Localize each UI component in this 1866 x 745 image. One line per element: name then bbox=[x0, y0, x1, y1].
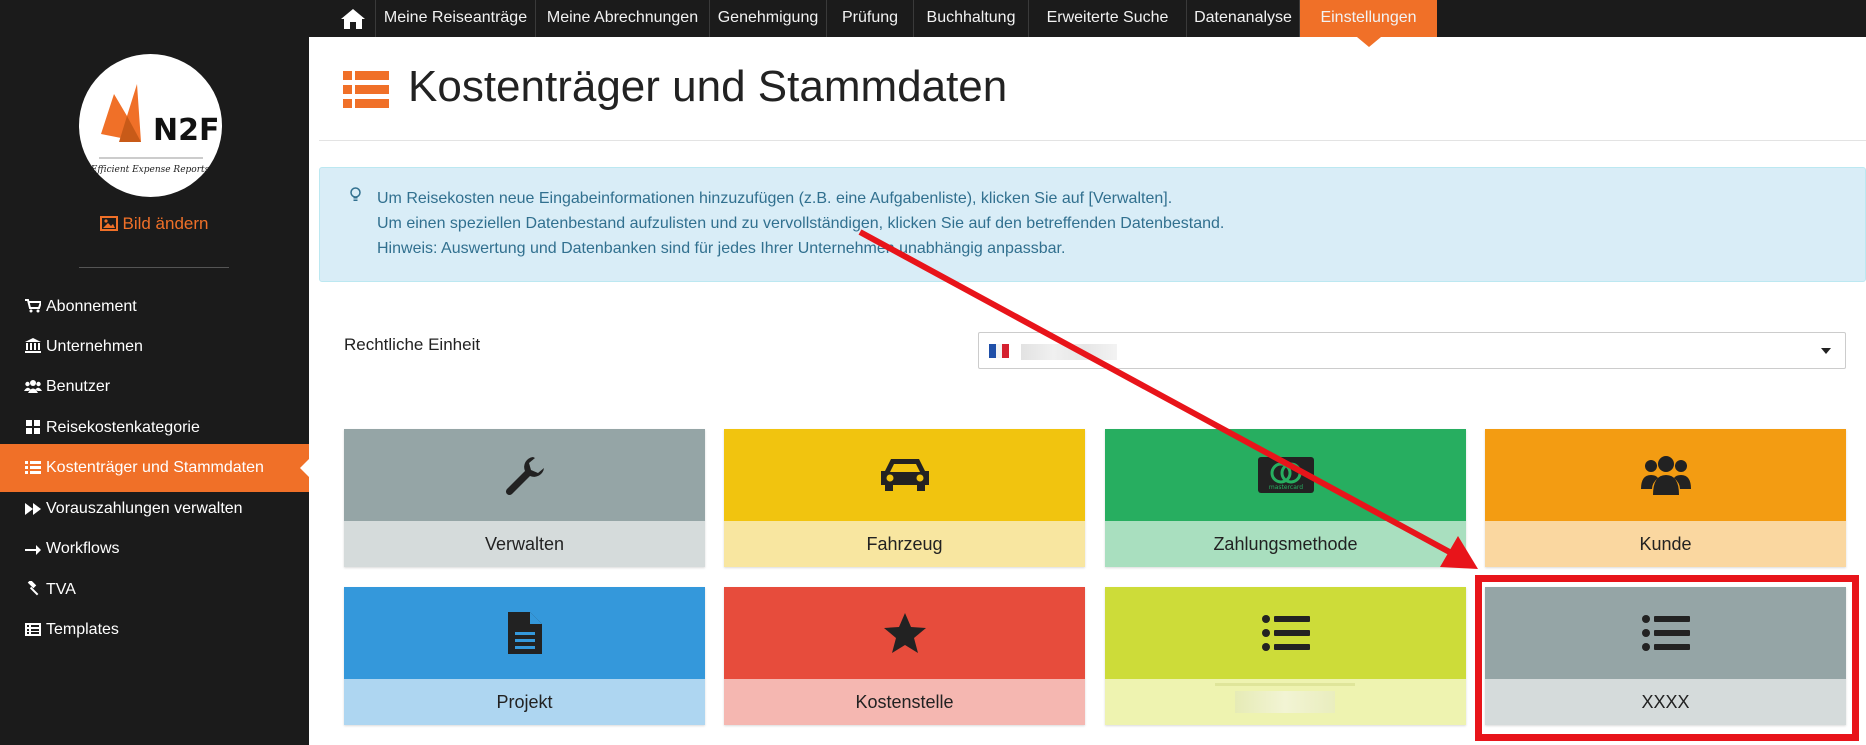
title-divider bbox=[319, 140, 1866, 141]
sidebar: N2F Efficient Expense Reports Bild änder… bbox=[0, 37, 310, 745]
legal-entity-select[interactable] bbox=[978, 332, 1846, 369]
sidebar-item-templates[interactable]: Templates bbox=[0, 606, 309, 654]
tile-label: Zahlungsmethode bbox=[1105, 521, 1466, 567]
wrench-icon bbox=[505, 457, 544, 496]
tile-projekt[interactable]: Projekt bbox=[344, 587, 705, 725]
tile-fahrzeug[interactable]: Fahrzeug bbox=[724, 429, 1085, 567]
top-navbar: Meine Reiseanträge Meine Abrechnungen Ge… bbox=[0, 0, 1866, 47]
highlight-box bbox=[1475, 575, 1859, 741]
fr-flag-icon bbox=[989, 344, 1010, 358]
lightbulb-icon bbox=[350, 187, 361, 201]
change-picture-link[interactable]: Bild ändern bbox=[0, 214, 309, 234]
nav-meine-reiseantraege[interactable]: Meine Reiseanträge bbox=[376, 0, 536, 37]
tile-hidden-dataset[interactable] bbox=[1105, 587, 1466, 725]
home-button[interactable] bbox=[331, 0, 376, 37]
svg-text:N2F: N2F bbox=[153, 113, 219, 148]
file-icon bbox=[507, 612, 542, 654]
info-line: Hinweis: Auswertung und Datenbanken sind… bbox=[377, 240, 1066, 257]
list-alt-icon bbox=[22, 608, 44, 656]
sidebar-item-label: Templates bbox=[46, 621, 119, 638]
nav-datenanalyse[interactable]: Datenanalyse bbox=[1187, 0, 1300, 37]
nav-pruefung[interactable]: Prüfung bbox=[827, 0, 914, 37]
sidebar-item-label: Abonnement bbox=[46, 298, 137, 315]
sidebar-item-label: Kostenträger und Stammdaten bbox=[46, 459, 264, 476]
company-logo: N2F Efficient Expense Reports bbox=[79, 54, 222, 197]
list-icon bbox=[343, 71, 389, 108]
list-icon bbox=[1261, 615, 1310, 651]
tile-icon-area bbox=[724, 429, 1085, 521]
change-picture-label: Bild ändern bbox=[122, 214, 209, 233]
tile-icon-area bbox=[344, 429, 705, 521]
svg-text:Efficient Expense Reports: Efficient Expense Reports bbox=[90, 165, 210, 175]
chevron-down-icon bbox=[1821, 348, 1831, 354]
card-brand-text: mastercard bbox=[1268, 484, 1302, 491]
tile-zahlungsmethode[interactable]: mastercard Zahlungsmethode bbox=[1105, 429, 1466, 567]
tile-label: Projekt bbox=[344, 679, 705, 725]
sidebar-divider bbox=[79, 267, 229, 268]
nav-genehmigung[interactable]: Genehmigung bbox=[710, 0, 827, 37]
tile-verwalten[interactable]: Verwalten bbox=[344, 429, 705, 567]
legal-entity-label: Rechtliche Einheit bbox=[344, 335, 481, 354]
nav-erweiterte-suche[interactable]: Erweiterte Suche bbox=[1029, 0, 1187, 37]
tile-icon-area bbox=[1485, 429, 1846, 521]
sidebar-item-label: TVA bbox=[46, 581, 76, 598]
redacted-line bbox=[1215, 683, 1355, 686]
tile-label: Verwalten bbox=[344, 521, 705, 567]
sidebar-item-label: Benutzer bbox=[46, 378, 111, 395]
tile-label: Fahrzeug bbox=[724, 521, 1085, 567]
page-title: Kostenträger und Stammdaten bbox=[408, 62, 1008, 111]
home-icon bbox=[341, 8, 365, 29]
tile-label: Kostenstelle bbox=[724, 679, 1085, 725]
tile-label bbox=[1235, 691, 1335, 713]
tile-icon-area: mastercard bbox=[1105, 429, 1466, 521]
info-line: Um Reisekosten neue Eingabeinformationen… bbox=[377, 190, 1173, 207]
users-icon bbox=[1640, 456, 1691, 495]
info-alert: Um Reisekosten neue Eingabeinformationen… bbox=[319, 167, 1866, 282]
nav-buchhaltung[interactable]: Buchhaltung bbox=[914, 0, 1029, 37]
sidebar-item-label: Vorauszahlungen verwalten bbox=[46, 500, 243, 517]
tile-icon-area bbox=[724, 587, 1085, 679]
credit-card-icon: mastercard bbox=[1257, 457, 1314, 493]
tile-kostenstelle[interactable]: Kostenstelle bbox=[724, 587, 1085, 725]
picture-icon bbox=[100, 216, 119, 231]
sidebar-item-label: Workflows bbox=[46, 540, 120, 557]
sidebar-item-label: Unternehmen bbox=[46, 338, 143, 355]
legal-entity-value bbox=[1021, 344, 1117, 360]
info-line: Um einen speziellen Datenbestand aufzuli… bbox=[377, 215, 1225, 232]
car-icon bbox=[880, 459, 929, 491]
tile-icon-area bbox=[344, 587, 705, 679]
tile-icon-area bbox=[1105, 587, 1466, 679]
nav-meine-abrechnungen[interactable]: Meine Abrechnungen bbox=[536, 0, 710, 37]
tile-label-area bbox=[1105, 679, 1466, 725]
nav-einstellungen[interactable]: Einstellungen bbox=[1300, 0, 1437, 47]
tile-label: Kunde bbox=[1485, 521, 1846, 567]
sidebar-item-label: Reisekostenkategorie bbox=[46, 419, 200, 436]
star-icon bbox=[883, 613, 926, 653]
tile-kunde[interactable]: Kunde bbox=[1485, 429, 1846, 567]
